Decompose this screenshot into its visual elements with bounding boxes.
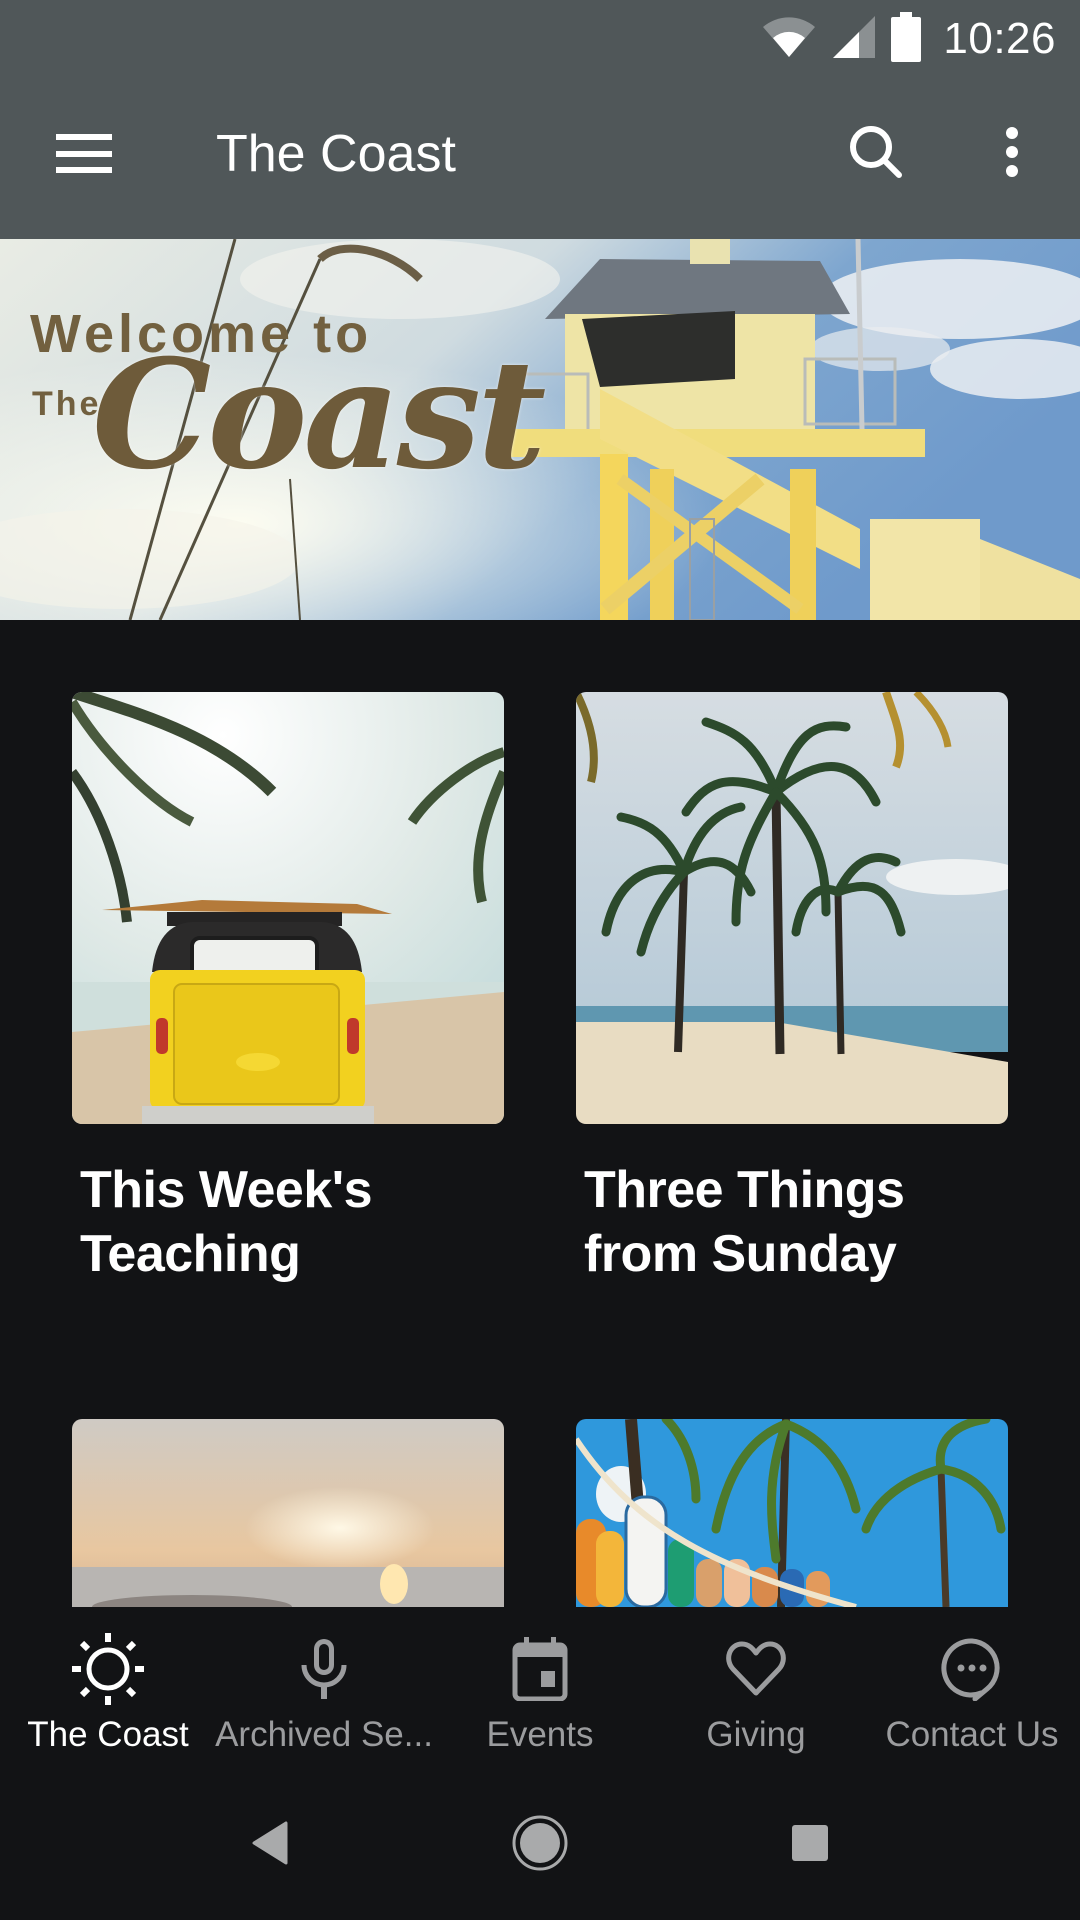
- more-options-button[interactable]: [972, 114, 1052, 194]
- card-three-things-from-sunday[interactable]: Three Things from Sunday: [576, 692, 1008, 1286]
- more-vertical-icon: [1004, 126, 1020, 183]
- card-image: [576, 1419, 1008, 1607]
- tab-the-coast[interactable]: The Coast: [0, 1607, 216, 1762]
- card-sunset[interactable]: [72, 1419, 504, 1607]
- search-button[interactable]: [836, 114, 916, 194]
- system-navigation-bar: [0, 1762, 1080, 1920]
- card-image: [576, 692, 1008, 1124]
- menu-button[interactable]: [40, 118, 128, 194]
- welcome-banner[interactable]: Welcome to The Coast: [0, 239, 1080, 620]
- card-title: Three Things from Sunday: [584, 1161, 905, 1283]
- tab-label: Contact Us: [885, 1715, 1059, 1754]
- back-button[interactable]: [220, 1800, 320, 1890]
- card-title: This Week's Teaching: [80, 1161, 373, 1283]
- recents-button[interactable]: [760, 1800, 860, 1890]
- tab-archived-sermons[interactable]: Archived Se...: [215, 1607, 433, 1762]
- status-icons: 10:26: [761, 10, 1056, 68]
- tab-label: Giving: [706, 1715, 806, 1754]
- app-title: The Coast: [216, 125, 456, 183]
- hamburger-menu-icon: [56, 133, 112, 179]
- card-this-weeks-teaching[interactable]: This Week's Teaching: [72, 692, 504, 1286]
- card-surfboards[interactable]: [576, 1419, 1008, 1607]
- cellular-signal-icon: [831, 14, 877, 65]
- home-button[interactable]: [490, 1800, 590, 1890]
- card-image: [72, 1419, 504, 1607]
- banner-coast-text: Coast: [92, 327, 546, 503]
- tab-label: The Coast: [27, 1715, 189, 1754]
- status-time: 10:26: [943, 14, 1056, 63]
- recents-icon: [790, 1823, 830, 1868]
- calendar-icon: [500, 1629, 580, 1709]
- tab-contact-us[interactable]: Contact Us: [864, 1607, 1080, 1762]
- search-icon: [848, 124, 904, 185]
- home-icon: [511, 1814, 569, 1877]
- tab-label: Archived Se...: [215, 1715, 433, 1754]
- tab-events[interactable]: Events: [432, 1607, 648, 1762]
- sun-icon: [68, 1629, 148, 1709]
- chat-bubble-icon: [932, 1629, 1012, 1709]
- app-bar: The Coast: [0, 78, 1080, 239]
- card-image: [72, 692, 504, 1124]
- wifi-icon: [761, 15, 817, 64]
- tab-label: Events: [486, 1715, 594, 1754]
- bottom-tab-bar: The Coast Archived Se... Events Giving C…: [0, 1607, 1080, 1762]
- back-icon: [250, 1821, 290, 1870]
- microphone-icon: [284, 1629, 364, 1709]
- status-bar: 10:26: [0, 0, 1080, 78]
- battery-icon: [891, 11, 922, 67]
- tab-giving[interactable]: Giving: [648, 1607, 864, 1762]
- heart-icon: [716, 1629, 796, 1709]
